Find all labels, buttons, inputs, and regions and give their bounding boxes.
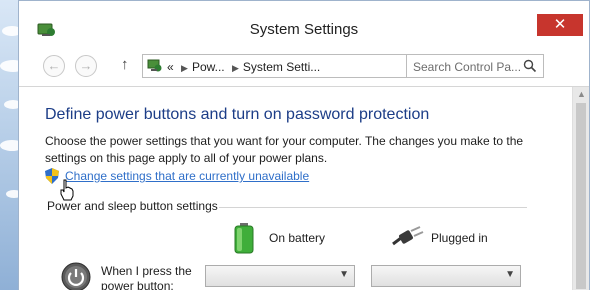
change-settings-link[interactable]: Change settings that are currently unava… [65, 169, 309, 183]
search-icon [523, 59, 537, 73]
breadcrumb-item-system-settings[interactable]: System Setti... [243, 60, 320, 74]
vertical-scrollbar[interactable]: ▲ [572, 87, 589, 290]
main-content: Define power buttons and turn on passwor… [19, 87, 572, 290]
power-icon [61, 262, 91, 290]
navigation-bar: ← → ↑ « ▶Pow... ▶System Setti... ↻ Searc… [19, 45, 589, 87]
up-button[interactable]: ↑ [121, 56, 129, 73]
address-bar[interactable]: « ▶Pow... ▶System Setti... ↻ [142, 54, 508, 78]
scroll-thumb[interactable] [576, 103, 586, 289]
page-title: Define power buttons and turn on passwor… [45, 106, 430, 123]
shield-icon [45, 168, 59, 184]
section-divider [219, 207, 527, 208]
power-button-battery-select[interactable]: ▼ [205, 265, 355, 287]
chevron-right-icon: ▶ [181, 63, 188, 73]
battery-icon [234, 223, 254, 254]
scroll-up-icon[interactable]: ▲ [577, 89, 586, 99]
plug-icon [392, 226, 424, 246]
breadcrumb-overflow[interactable]: « [167, 60, 174, 74]
control-panel-icon [147, 59, 162, 72]
power-button-plugged-select[interactable]: ▼ [371, 265, 521, 287]
page-description: Choose the power settings that you want … [45, 134, 524, 165]
system-settings-window: System Settings ✕ ← → ↑ « ▶ Pow... ▶ Syste… [18, 0, 590, 290]
plugged-in-label: Plugged in [431, 231, 488, 245]
hand-cursor-icon [60, 179, 74, 201]
section-title: Power and sleep button settings [47, 199, 218, 213]
forward-button[interactable]: → [75, 55, 97, 77]
chevron-down-icon: ▼ [505, 269, 515, 280]
search-input[interactable]: Search Control Pa... [406, 54, 544, 78]
chevron-right-icon: ▶ [231, 63, 239, 73]
search-placeholder: Search Control Pa... [413, 60, 522, 74]
title-bar: System Settings ✕ [19, 1, 589, 45]
power-button-action-label: When I press the power button: [101, 264, 192, 290]
chevron-down-icon: ▼ [339, 269, 349, 280]
on-battery-label: On battery [269, 231, 326, 245]
window-title: System Settings [249, 21, 359, 38]
breadcrumb: « ▶ Pow... ▶ System Setti... [167, 60, 320, 74]
breadcrumb-item-power[interactable]: Pow... [192, 60, 225, 74]
back-button[interactable]: ← [43, 55, 65, 77]
close-button[interactable]: ✕ [537, 14, 583, 36]
